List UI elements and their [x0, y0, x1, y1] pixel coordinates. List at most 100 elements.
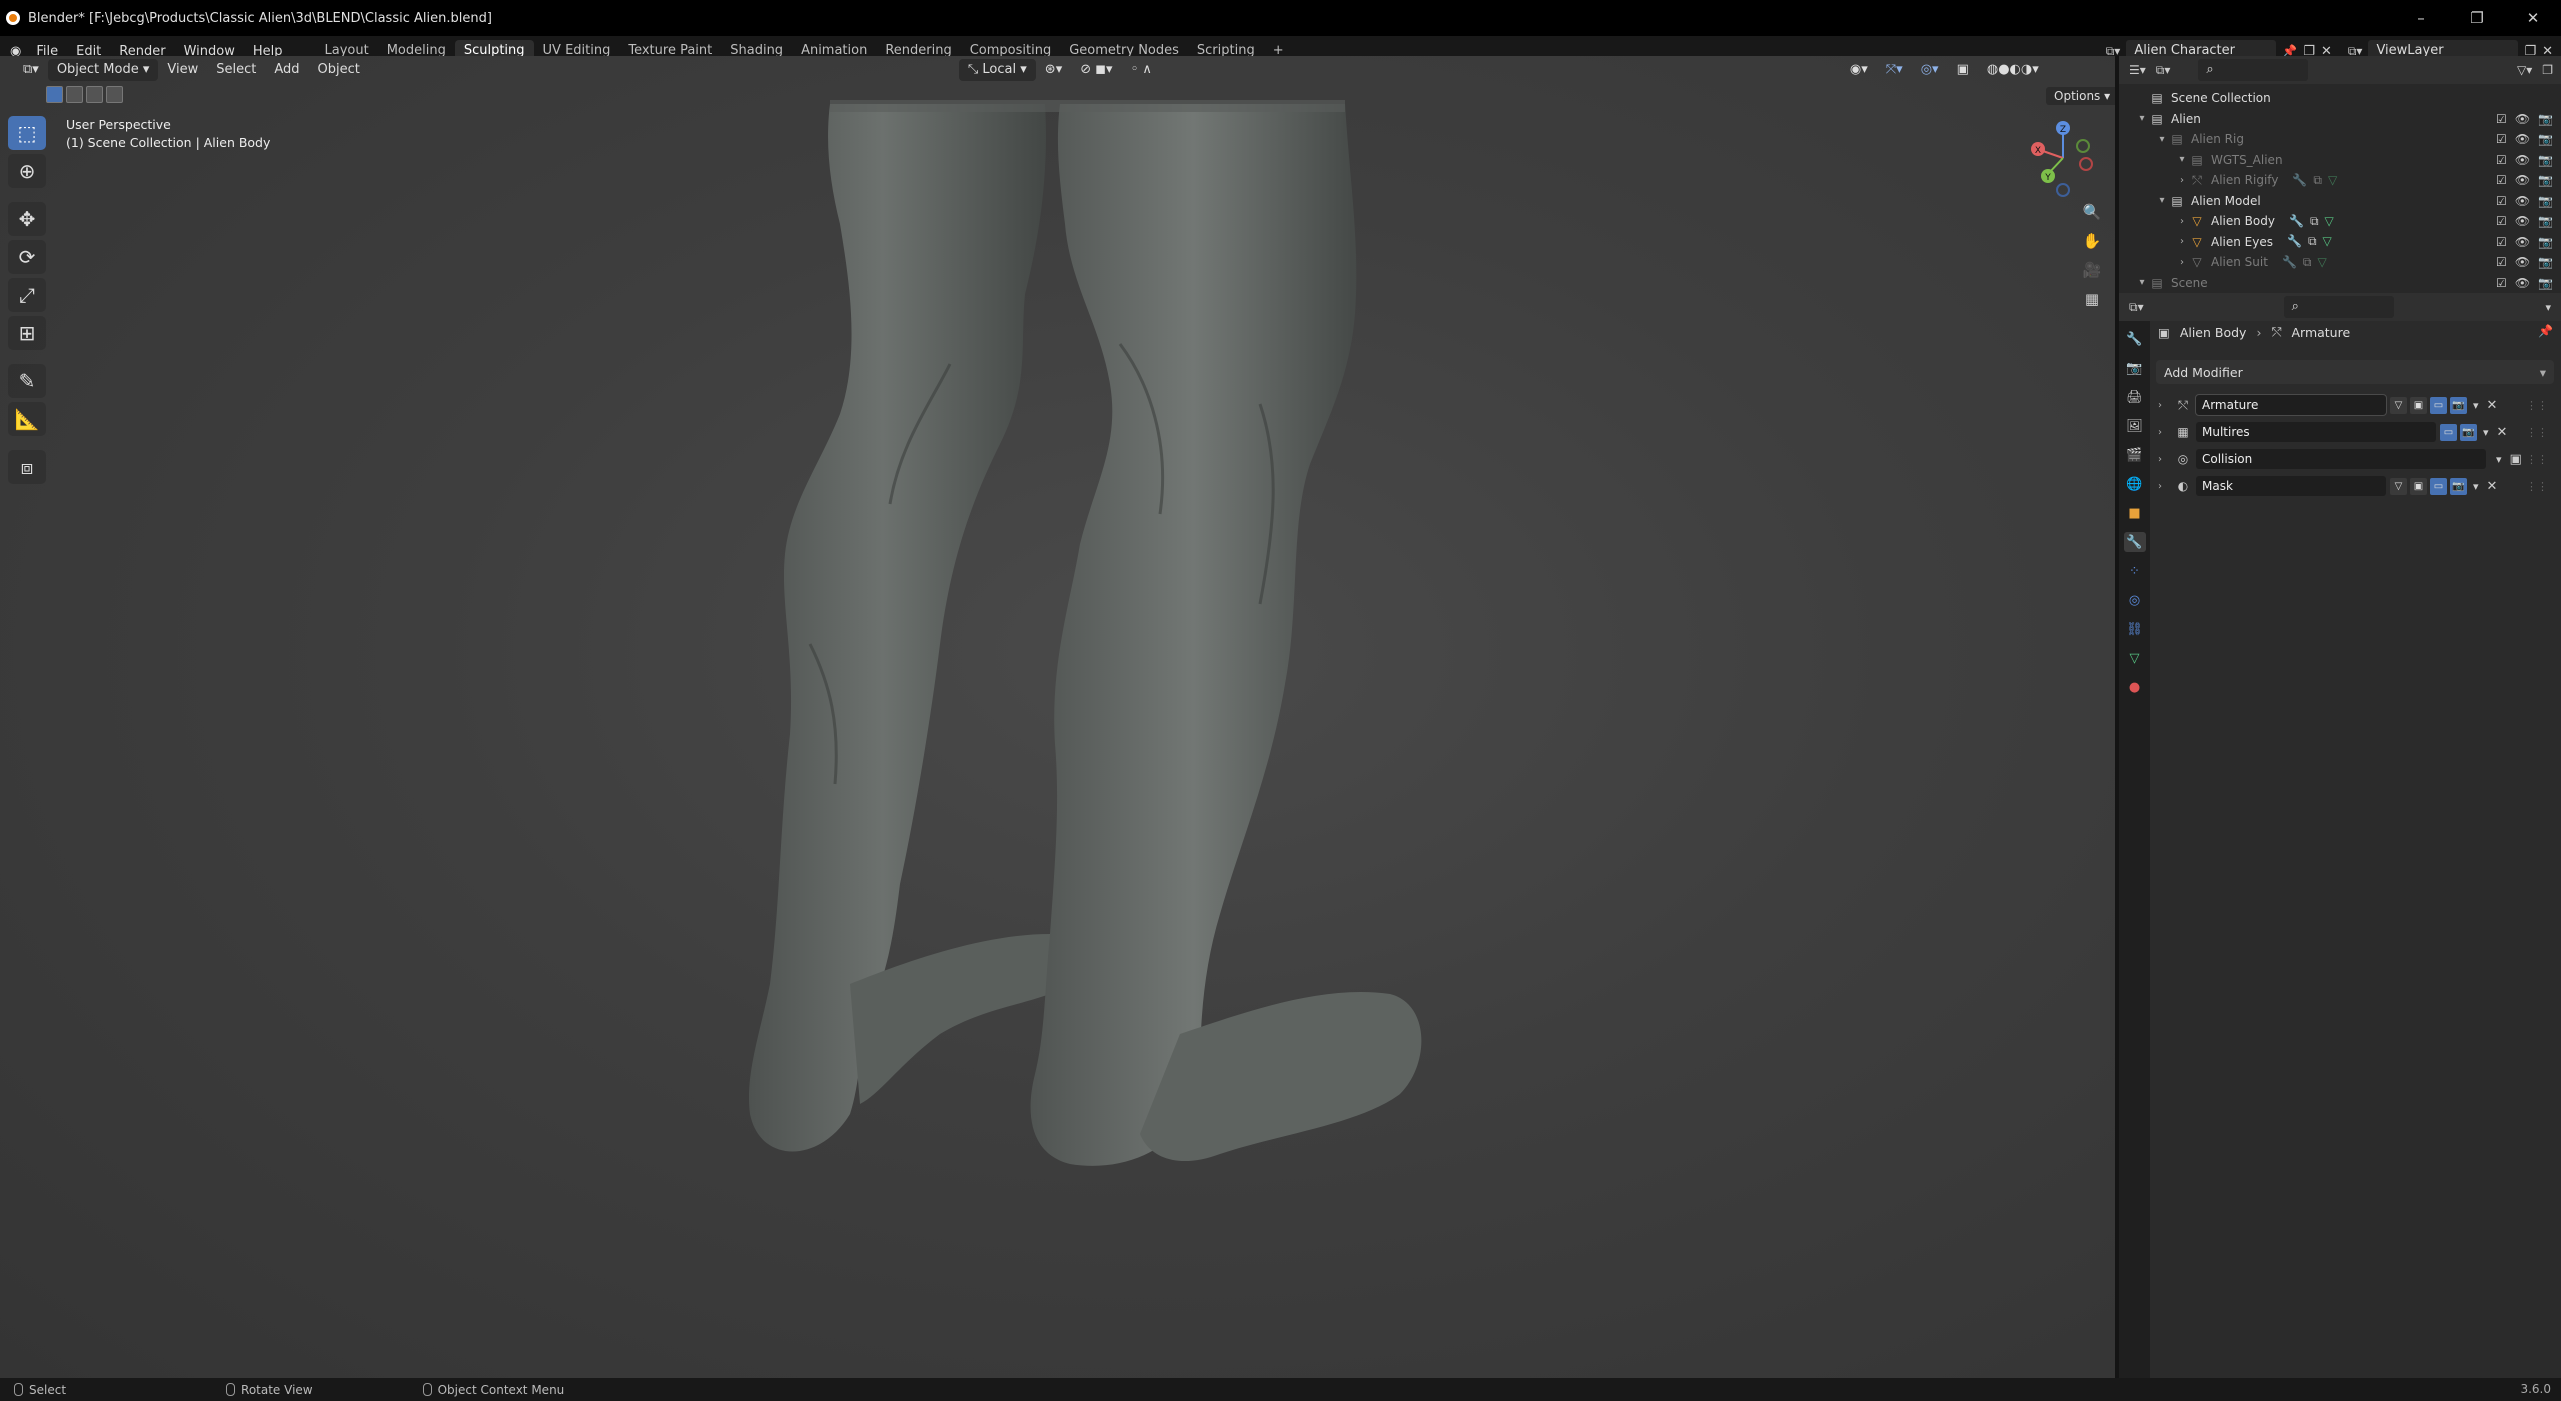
select-extend-icon[interactable] — [66, 86, 83, 103]
pivot-icon[interactable]: ⊛▾ — [1036, 59, 1071, 81]
mesh-data-icon[interactable]: ▽ — [2325, 214, 2334, 229]
camera-render-icon[interactable]: 📷 — [2538, 153, 2553, 167]
outliner-row[interactable]: ▾ ▤ Alien ☑ 👁 📷 — [2135, 109, 2561, 129]
viewport-display-icon[interactable]: ▭ — [2430, 396, 2447, 414]
transform-tool[interactable]: ⊞ — [8, 316, 46, 350]
select-subtract-icon[interactable] — [86, 86, 103, 103]
eye-icon[interactable]: 👁 — [2515, 276, 2530, 290]
visibility-icon[interactable]: ◉▾ — [1841, 59, 1877, 81]
annotate-tool[interactable]: ✎ — [8, 364, 46, 398]
eye-icon[interactable]: 👁 — [2515, 235, 2530, 249]
modifier-panel[interactable]: › ◎ Collision ▾ ▣ ⋮⋮ — [2156, 447, 2554, 471]
pan-hand-icon[interactable]: ✋ — [2080, 231, 2104, 251]
proportional-edit-icon[interactable]: ◦ ∧ — [1122, 59, 1161, 81]
properties-search-input[interactable]: ⌕ — [2283, 296, 2394, 318]
render-tab-icon[interactable]: 📷 — [2124, 358, 2146, 378]
render-icon[interactable]: 📷 — [2460, 423, 2477, 441]
modifier-name-field[interactable]: Mask — [2196, 476, 2386, 496]
modifier-name-field[interactable]: Armature — [2195, 394, 2387, 416]
menu-object[interactable]: Object — [309, 59, 369, 81]
eye-icon[interactable]: 👁 — [2515, 194, 2530, 208]
expand-chevron-icon[interactable]: ▾ — [2135, 277, 2149, 288]
expand-chevron-icon[interactable]: › — [2175, 236, 2189, 247]
rotate-tool[interactable]: ⟳ — [8, 240, 46, 274]
options-dropdown[interactable]: Options ▾ — [2046, 87, 2119, 105]
display-mode-icon[interactable]: ⧉▾ — [2156, 63, 2171, 78]
add-modifier-dropdown[interactable]: Add Modifier ▾ — [2156, 360, 2554, 384]
chevron-down-icon[interactable]: ▾ — [2496, 453, 2502, 466]
select-intersect-icon[interactable] — [106, 86, 123, 103]
select-box-tool[interactable]: ⬚ — [8, 116, 46, 150]
drag-handle-icon[interactable]: ⋮⋮ — [2526, 399, 2548, 412]
viewport-display-icon[interactable]: ▭ — [2440, 423, 2457, 441]
chevron-down-icon[interactable]: ▾ — [2473, 399, 2479, 412]
close-button[interactable]: ✕ — [2505, 0, 2561, 36]
remove-modifier-icon[interactable]: ✕ — [2497, 425, 2508, 440]
outliner-row[interactable]: ▾ ▤ WGTS_Alien ☑ 👁 📷 — [2135, 150, 2561, 170]
ortho-grid-icon[interactable]: ▦ — [2080, 289, 2104, 309]
expand-chevron-icon[interactable]: ▾ — [2155, 195, 2169, 206]
eye-icon[interactable]: 👁 — [2515, 153, 2530, 167]
exclude-checkbox-icon[interactable]: ☑ — [2496, 194, 2507, 208]
exclude-checkbox-icon[interactable]: ☑ — [2496, 112, 2507, 126]
cursor-tool[interactable]: ⊕ — [8, 154, 46, 188]
menu-select[interactable]: Select — [207, 59, 265, 81]
camera-render-icon[interactable]: 📷 — [2538, 112, 2553, 126]
physics-tab-icon[interactable]: ◎ — [2124, 590, 2146, 610]
outliner-row[interactable]: ▤ Scene Collection — [2135, 88, 2561, 108]
wrench-icon[interactable]: 🔧 — [2289, 214, 2304, 229]
expand-chevron-icon[interactable]: ▾ — [2135, 113, 2149, 124]
outliner-editor-icon[interactable]: ☰▾ — [2129, 63, 2146, 77]
properties-options-icon[interactable]: ▾ — [2545, 301, 2551, 314]
modifier-tab-icon[interactable]: 🔧 — [2123, 532, 2146, 552]
modifier-name-field[interactable]: Collision — [2196, 449, 2486, 469]
wrench-icon[interactable]: 🔧 — [2292, 173, 2307, 188]
material-tab-icon[interactable]: ● — [2124, 677, 2146, 697]
camera-render-icon[interactable]: 📷 — [2538, 173, 2553, 187]
camera-render-icon[interactable]: 📷 — [2538, 276, 2553, 290]
gizmo-toggle-icon[interactable]: ⤧▾ — [1877, 59, 1912, 81]
shading-modes-icon[interactable]: ◍●◐◑▾ — [1978, 59, 2048, 81]
drag-handle-icon[interactable]: ⋮⋮ — [2526, 426, 2548, 439]
expand-chevron-icon[interactable]: › — [2158, 427, 2170, 438]
editor-type-icon[interactable]: ⧉▾ — [14, 59, 48, 81]
render-icon[interactable]: 📷 — [2450, 477, 2467, 495]
particles-tab-icon[interactable]: ⁘ — [2124, 561, 2146, 581]
expand-chevron-icon[interactable]: › — [2175, 216, 2189, 227]
modifier-stack-icon[interactable]: ⧉ — [2308, 234, 2317, 249]
move-tool[interactable]: ✥ — [8, 202, 46, 236]
menu-view[interactable]: View — [158, 59, 207, 81]
exclude-checkbox-icon[interactable]: ☑ — [2496, 276, 2507, 290]
outliner-row[interactable]: ▾ ▤ Scene ☑ 👁 📷 — [2135, 273, 2561, 293]
zoom-icon[interactable]: 🔍 — [2080, 202, 2104, 222]
exclude-checkbox-icon[interactable]: ☑ — [2496, 132, 2507, 146]
outliner-row[interactable]: › ▽ Alien Suit 🔧 ⧉ ▽ ☑ 👁 📷 — [2135, 252, 2561, 272]
exclude-checkbox-icon[interactable]: ☑ — [2496, 173, 2507, 187]
expand-chevron-icon[interactable]: › — [2158, 454, 2170, 465]
measure-tool[interactable]: 📐 — [8, 402, 46, 436]
maximize-button[interactable]: ❐ — [2449, 0, 2505, 36]
outliner-row[interactable]: › ▽ Alien Body 🔧 ⧉ ▽ ☑ 👁 📷 — [2135, 211, 2561, 231]
overlay-toggle-icon[interactable]: ◎▾ — [1912, 59, 1948, 81]
transform-orientation-dropdown[interactable]: ⤡ Local ▾ — [958, 59, 1036, 81]
viewport-display-icon[interactable]: ▭ — [2430, 477, 2447, 495]
add-cube-tool[interactable]: ⧈ — [8, 450, 46, 484]
object-tab-icon[interactable]: ■ — [2124, 503, 2146, 523]
edit-mode-icon[interactable]: ▣ — [2410, 477, 2427, 495]
mode-dropdown[interactable]: Object Mode ▾ — [47, 59, 159, 81]
wrench-icon[interactable]: 🔧 — [2282, 255, 2297, 270]
scene-tab-icon[interactable]: 🎬 — [2124, 445, 2146, 465]
exclude-checkbox-icon[interactable]: ☑ — [2496, 214, 2507, 228]
eye-icon[interactable]: 👁 — [2515, 255, 2530, 269]
chevron-down-icon[interactable]: ▾ — [2483, 426, 2489, 439]
drag-handle-icon[interactable]: ⋮⋮ — [2526, 480, 2548, 493]
modifier-panel[interactable]: › ⤲ Armature ▽ ▣ ▭ 📷 ▾ ✕ ⋮⋮ — [2156, 393, 2554, 417]
eye-icon[interactable]: 👁 — [2515, 132, 2530, 146]
remove-modifier-icon[interactable]: ✕ — [2487, 479, 2498, 494]
constraints-tab-icon[interactable]: ⛓ — [2124, 619, 2146, 639]
outliner-row[interactable]: › ▽ Alien Eyes 🔧 ⧉ ▽ ☑ 👁 📷 — [2135, 232, 2561, 252]
on-cage-icon[interactable]: ▽ — [2390, 396, 2407, 414]
edit-mode-icon[interactable]: ▣ — [2410, 396, 2427, 414]
scale-tool[interactable]: ⤢ — [8, 278, 46, 312]
camera-render-icon[interactable]: 📷 — [2538, 235, 2553, 249]
